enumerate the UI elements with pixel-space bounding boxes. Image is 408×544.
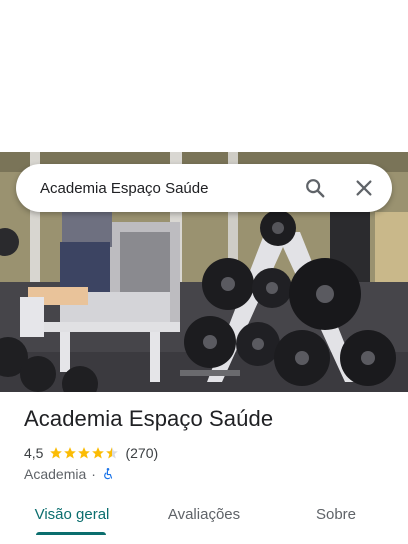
wheelchair-accessible-icon — [104, 468, 113, 480]
star-full-icon — [78, 447, 91, 459]
star-full-icon — [92, 447, 105, 459]
rating-value: 4,5 — [24, 445, 44, 461]
rating-row[interactable]: 4,5 (270) — [24, 444, 158, 462]
active-tab-indicator — [36, 532, 106, 535]
tab-reviews[interactable]: Avaliações — [148, 494, 260, 534]
review-count[interactable]: (270) — [125, 445, 158, 461]
search-icon[interactable] — [304, 177, 326, 199]
blank-map-area — [0, 0, 408, 152]
close-icon[interactable] — [353, 177, 375, 199]
star-half-icon — [106, 447, 119, 459]
category-row: Academia · — [24, 465, 115, 483]
separator-dot: · — [91, 466, 96, 482]
search-input[interactable]: Academia Espaço Saúde — [40, 180, 392, 197]
place-category: Academia — [24, 466, 87, 482]
tab-overview[interactable]: Visão geral — [20, 494, 124, 534]
rating-stars — [49, 446, 119, 460]
tab-about[interactable]: Sobre — [290, 494, 382, 534]
star-full-icon — [64, 447, 77, 459]
search-bar[interactable]: Academia Espaço Saúde — [16, 164, 392, 212]
star-full-icon — [50, 447, 63, 459]
place-title: Academia Espaço Saúde — [24, 406, 274, 431]
place-tabs: Visão geral Avaliações Sobre — [0, 494, 408, 536]
